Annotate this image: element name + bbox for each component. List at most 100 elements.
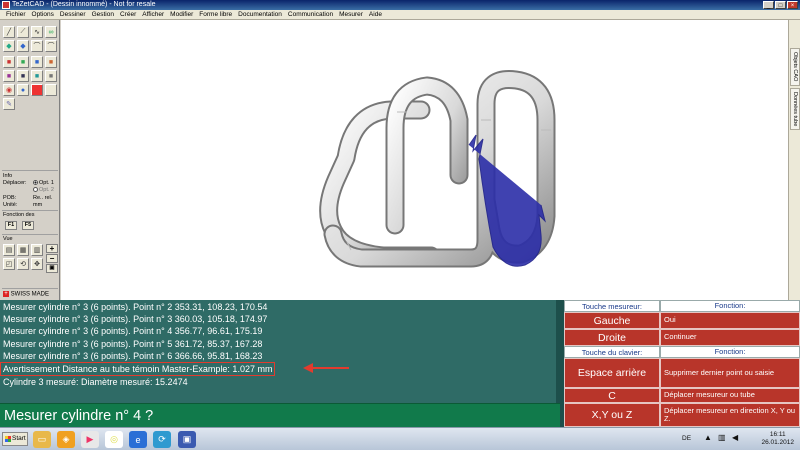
divider bbox=[2, 210, 58, 211]
volume-icon[interactable]: ◀ bbox=[732, 433, 738, 442]
side-tabs: Objets CAO Données tube bbox=[788, 20, 800, 300]
browser-icon[interactable]: e bbox=[129, 431, 147, 448]
menu-aide[interactable]: Aide bbox=[366, 10, 385, 19]
clock-date: 26.01.2012 bbox=[761, 439, 794, 446]
pen-icon[interactable]: ✎ bbox=[3, 98, 15, 110]
language-indicator[interactable]: DE bbox=[682, 435, 691, 442]
tray-arrow-icon[interactable]: ▲ bbox=[704, 433, 712, 442]
menu-bar: Fichier Options Dessiner Gestion Créer A… bbox=[0, 10, 800, 20]
menu-documentation[interactable]: Documentation bbox=[235, 10, 285, 19]
cube-blue-icon[interactable]: ■ bbox=[31, 56, 43, 68]
header-key-clavier: Touche du clavier: bbox=[564, 346, 660, 358]
start-button[interactable]: Start bbox=[2, 432, 28, 446]
view-front-icon[interactable]: ▤ bbox=[3, 244, 15, 256]
zoom-in-button[interactable]: + bbox=[46, 244, 58, 253]
line-tool-icon[interactable]: ╱ bbox=[3, 26, 15, 38]
globe-icon[interactable]: ● bbox=[17, 84, 29, 96]
view-top-icon[interactable]: ▦ bbox=[17, 244, 29, 256]
stop-icon[interactable] bbox=[31, 84, 43, 96]
chrome-icon[interactable]: ◎ bbox=[105, 431, 123, 448]
opt1-radio[interactable]: Opt. 1 bbox=[33, 180, 54, 186]
view-tools-grid: ▤ ▦ ▥ ◰ ⟲ ✥ bbox=[3, 244, 43, 270]
zoom-fit-icon[interactable]: ▣ bbox=[46, 264, 58, 273]
divider bbox=[2, 288, 58, 289]
key-c[interactable]: C bbox=[564, 388, 660, 403]
info-label: Info bbox=[3, 173, 13, 179]
f1-button[interactable]: F1 bbox=[5, 221, 17, 230]
zoom-out-button[interactable]: − bbox=[46, 254, 58, 263]
divider bbox=[2, 170, 58, 171]
system-tray: DE ▲ ▥ ◀ 16:11 26.01.2012 bbox=[648, 430, 798, 449]
func-continuer: Continuer bbox=[660, 329, 800, 346]
network-icon[interactable]: ▥ bbox=[718, 433, 726, 442]
key-xyz[interactable]: X,Y ou Z bbox=[564, 403, 660, 427]
cube-mixed-icon[interactable]: ■ bbox=[45, 56, 57, 68]
command-prompt: Mesurer cylindre n° 4 ? bbox=[0, 403, 560, 427]
view-iso-icon[interactable]: ◰ bbox=[3, 258, 15, 270]
menu-mesurer[interactable]: Mesurer bbox=[336, 10, 366, 19]
clock-time: 16:11 bbox=[769, 431, 786, 438]
draw-tools-grid: ╱ ⟋ ∿ ∞ ◆ ◆ ⌒ ⌒ bbox=[3, 26, 57, 52]
menu-gestion[interactable]: Gestion bbox=[89, 10, 117, 19]
bend-tool-icon[interactable]: ◆ bbox=[17, 40, 29, 52]
f5-button[interactable]: F5 bbox=[22, 221, 34, 230]
header-key-mesureur: Touche mesureur: bbox=[564, 300, 660, 312]
window-title: TeZetCAD - (Dessin innommé) - Not for re… bbox=[12, 1, 156, 8]
swiss-made-badge: + SWISS MADE bbox=[3, 291, 50, 298]
close-button[interactable]: × bbox=[787, 1, 798, 9]
menu-communication[interactable]: Communication bbox=[285, 10, 336, 19]
media-player-icon[interactable]: ▶ bbox=[81, 431, 99, 448]
cube-teal-icon[interactable]: ■ bbox=[31, 70, 43, 82]
3d-viewport[interactable] bbox=[61, 20, 788, 300]
deplacer-label: Déplacer: bbox=[3, 180, 27, 186]
cube-green-icon[interactable]: ■ bbox=[17, 56, 29, 68]
launcher-icon[interactable]: ◈ bbox=[57, 431, 75, 448]
title-bar[interactable]: TeZetCAD - (Dessin innommé) - Not for re… bbox=[0, 0, 800, 10]
pipe-tool-icon[interactable]: ⌒ bbox=[31, 40, 43, 52]
log-line-result: Cylindre 3 mesuré: Diamètre mesuré: 15.2… bbox=[3, 377, 188, 388]
cube-gray-icon[interactable]: ■ bbox=[45, 70, 57, 82]
menu-afficher[interactable]: Afficher bbox=[139, 10, 167, 19]
cube-dark-icon[interactable]: ■ bbox=[17, 70, 29, 82]
cube-purple-icon[interactable]: ■ bbox=[3, 70, 15, 82]
view-side-icon[interactable]: ▥ bbox=[31, 244, 43, 256]
menu-modifier[interactable]: Modifier bbox=[167, 10, 196, 19]
view-rotate-icon[interactable]: ⟲ bbox=[17, 258, 29, 270]
folder-icon[interactable]: ▭ bbox=[33, 431, 51, 448]
log-line: Mesurer cylindre n° 3 (6 points). Point … bbox=[3, 302, 268, 312]
arc-tool-icon[interactable]: ⌒ bbox=[45, 40, 57, 52]
measurement-log: Mesurer cylindre n° 3 (6 points). Point … bbox=[0, 300, 560, 403]
app-icon bbox=[2, 1, 10, 9]
clock[interactable]: 16:11 26.01.2012 bbox=[761, 431, 794, 447]
log-line: Mesurer cylindre n° 3 (6 points). Point … bbox=[3, 338, 263, 349]
log-line: Mesurer cylindre n° 3 (6 points). Point … bbox=[3, 350, 263, 361]
menu-dessiner[interactable]: Dessiner bbox=[57, 10, 89, 19]
cube-red-icon[interactable]: ■ bbox=[3, 56, 15, 68]
tezetcad-task-icon[interactable]: ▣ bbox=[178, 431, 196, 448]
key-gauche[interactable]: Gauche bbox=[564, 312, 660, 329]
key-backspace[interactable]: Espace arrière bbox=[564, 358, 660, 388]
link-tool-icon[interactable]: ∞ bbox=[45, 26, 57, 38]
key-droite[interactable]: Droite bbox=[564, 329, 660, 346]
curve-tool-icon[interactable]: ∿ bbox=[31, 26, 43, 38]
sync-icon[interactable]: ⟳ bbox=[153, 431, 171, 448]
minimize-button[interactable]: _ bbox=[763, 1, 774, 9]
view-pan-icon[interactable]: ✥ bbox=[31, 258, 43, 270]
menu-creer[interactable]: Créer bbox=[117, 10, 139, 19]
polyline-tool-icon[interactable]: ⟋ bbox=[17, 26, 29, 38]
tab-donnees-tube[interactable]: Données tube bbox=[790, 88, 800, 130]
unite-value: mm bbox=[33, 202, 43, 208]
tezetcad-window: TeZetCAD - (Dessin innommé) - Not for re… bbox=[0, 0, 800, 450]
opt2-radio[interactable]: Opt. 2 bbox=[33, 187, 54, 193]
tab-objets-cao[interactable]: Objets CAO bbox=[790, 48, 800, 86]
empty-slot-icon[interactable] bbox=[45, 84, 57, 96]
maximize-button[interactable]: □ bbox=[775, 1, 786, 9]
log-line: Mesurer cylindre n° 3 (6 points). Point … bbox=[3, 326, 263, 337]
tube-model bbox=[319, 70, 556, 268]
menu-options[interactable]: Options bbox=[29, 10, 57, 19]
menu-forme-libre[interactable]: Forme libre bbox=[196, 10, 235, 19]
camera-icon[interactable]: ◉ bbox=[3, 84, 15, 96]
menu-fichier[interactable]: Fichier bbox=[3, 10, 29, 19]
warning-highlight: Avertissement Distance au tube témoin Ma… bbox=[0, 362, 276, 377]
tube-tool-icon[interactable]: ◆ bbox=[3, 40, 15, 52]
